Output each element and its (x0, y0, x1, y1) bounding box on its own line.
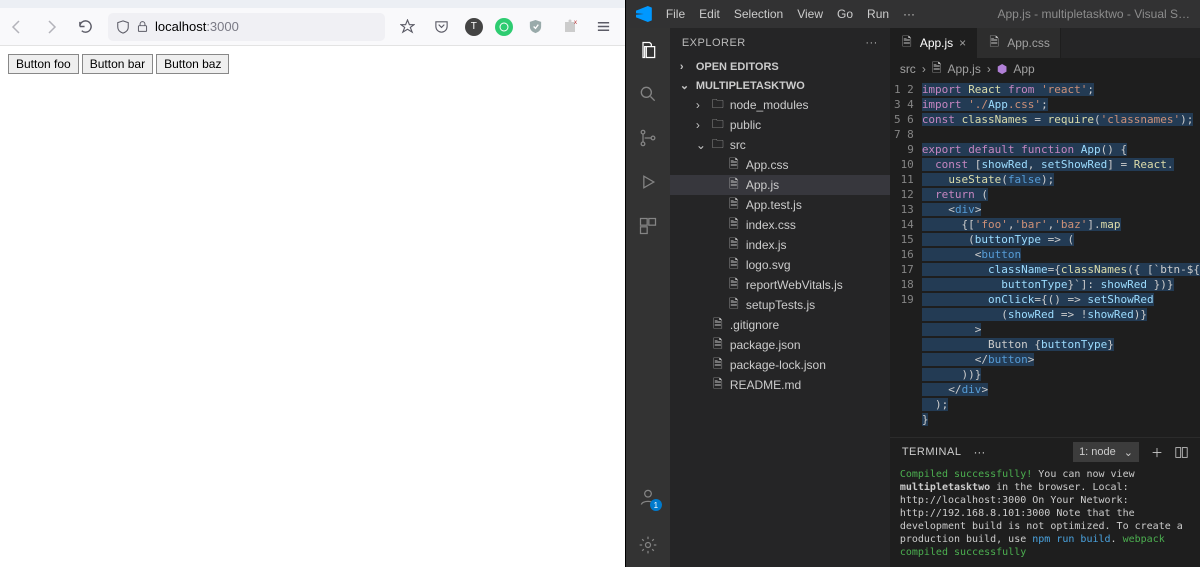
explorer-icon[interactable] (636, 38, 660, 62)
file-tree: ›🗀node_modules›🗀public⌄🗀src🗎App.css🗎App.… (670, 95, 890, 567)
explorer-more-icon[interactable]: ··· (865, 37, 878, 49)
terminal-header: TERMINAL ··· 1: node ⌄ ＋ (890, 438, 1200, 466)
folder-node_modules[interactable]: ›🗀node_modules (670, 95, 890, 115)
browser-window: localhost:3000 T x Butto (0, 0, 626, 567)
chevron-down-icon: ⌄ (1124, 446, 1133, 459)
forward-button[interactable] (40, 16, 62, 38)
line-gutter: 1 2 3 4 5 6 7 8 9 10 11 12 13 14 15 16 1… (890, 80, 922, 437)
vscode-logo-icon (636, 6, 652, 22)
editor-pane: 🗎 App.js × 🗎 App.css src › 🗎 App.js › ⬢ … (890, 28, 1200, 567)
file-App-css[interactable]: 🗎App.css (670, 155, 890, 175)
shield-icon (116, 20, 130, 34)
menu-overflow[interactable]: ··· (903, 7, 915, 21)
menu-view[interactable]: View (797, 7, 823, 21)
address-bar[interactable]: localhost:3000 (108, 13, 385, 41)
tab-label: App.js (920, 36, 953, 50)
url-text: localhost:3000 (155, 19, 239, 34)
menu-selection[interactable]: Selection (734, 7, 783, 21)
browser-tabstrip (0, 0, 625, 8)
file-reportWebVitals-js[interactable]: 🗎reportWebVitals.js (670, 275, 890, 295)
hamburger-icon[interactable] (593, 16, 615, 38)
activity-bar: 1 (626, 28, 670, 567)
vscode-window: File Edit Selection View Go Run ··· App.… (626, 0, 1200, 567)
split-terminal-icon[interactable] (1175, 446, 1188, 459)
search-icon[interactable] (636, 82, 660, 106)
terminal-panel: TERMINAL ··· 1: node ⌄ ＋ Compiled succes… (890, 437, 1200, 567)
explorer-header: EXPLORER ··· (670, 28, 890, 58)
reload-button[interactable] (74, 16, 96, 38)
tab-app-css[interactable]: 🗎 App.css (977, 28, 1061, 58)
menu-file[interactable]: File (666, 7, 685, 21)
file--gitignore[interactable]: 🗎.gitignore (670, 315, 890, 335)
explorer-title: EXPLORER (682, 37, 746, 49)
menu-go[interactable]: Go (837, 7, 853, 21)
window-title: App.js - multipletasktwo - Visual S… (997, 7, 1190, 21)
crumb-symbol[interactable]: App (1013, 62, 1034, 76)
puzzle-ext-icon[interactable]: x (559, 16, 581, 38)
folder-src[interactable]: ⌄🗀src (670, 135, 890, 155)
account-badge: 1 (650, 499, 662, 511)
vscode-main: 1 EXPLORER ··· ›OPEN EDITORS ⌄MULTIPLETA… (626, 28, 1200, 567)
file-index-js[interactable]: 🗎index.js (670, 235, 890, 255)
code-content[interactable]: import React from 'react'; import './App… (922, 80, 1200, 437)
crumb-src[interactable]: src (900, 62, 916, 76)
terminal-output[interactable]: Compiled successfully! You can now view … (890, 466, 1200, 567)
lock-icon (136, 20, 149, 33)
file-logo-svg[interactable]: 🗎logo.svg (670, 255, 890, 275)
file-package-lock-json[interactable]: 🗎package-lock.json (670, 355, 890, 375)
page-content: Button foo Button bar Button baz (0, 46, 625, 567)
back-button[interactable] (6, 16, 28, 38)
file-icon: 🗎 (900, 33, 914, 54)
terminal-more-icon[interactable]: ··· (973, 445, 985, 459)
chevron-icon: › (987, 62, 991, 76)
close-icon[interactable]: × (959, 36, 966, 50)
tab-label: App.css (1007, 36, 1050, 50)
explorer-sidebar: EXPLORER ··· ›OPEN EDITORS ⌄MULTIPLETASK… (670, 28, 890, 567)
bookmark-icon[interactable] (397, 16, 419, 38)
extensions-icon[interactable] (636, 214, 660, 238)
browser-extensions: T x (431, 16, 619, 38)
ext-t-icon[interactable]: T (465, 18, 483, 36)
app-button-bar[interactable]: Button bar (82, 54, 153, 74)
file-setupTests-js[interactable]: 🗎setupTests.js (670, 295, 890, 315)
account-icon[interactable]: 1 (636, 485, 660, 509)
app-button-baz[interactable]: Button baz (156, 54, 229, 74)
run-debug-icon[interactable] (636, 170, 660, 194)
browser-toolbar: localhost:3000 T x (0, 8, 625, 46)
project-section[interactable]: ⌄MULTIPLETASKTWO (670, 76, 890, 95)
file-README-md[interactable]: 🗎README.md (670, 375, 890, 395)
terminal-title[interactable]: TERMINAL (902, 446, 962, 458)
code-editor[interactable]: 1 2 3 4 5 6 7 8 9 10 11 12 13 14 15 16 1… (890, 80, 1200, 437)
editor-tabs: 🗎 App.js × 🗎 App.css (890, 28, 1200, 58)
file-App-test-js[interactable]: 🗎App.test.js (670, 195, 890, 215)
pocket-icon[interactable] (431, 16, 453, 38)
crumb-file[interactable]: App.js (947, 62, 980, 76)
settings-icon[interactable] (636, 533, 660, 557)
shield-ext-icon[interactable] (525, 16, 547, 38)
folder-public[interactable]: ›🗀public (670, 115, 890, 135)
breadcrumbs[interactable]: src › 🗎 App.js › ⬢ App (890, 58, 1200, 80)
chevron-icon: › (922, 62, 926, 76)
ext-green-icon[interactable] (495, 18, 513, 36)
menu-edit[interactable]: Edit (699, 7, 720, 21)
new-terminal-icon[interactable]: ＋ (1151, 444, 1163, 461)
open-editors-section[interactable]: ›OPEN EDITORS (670, 58, 890, 76)
file-package-json[interactable]: 🗎package.json (670, 335, 890, 355)
button-row: Button foo Button bar Button baz (8, 54, 617, 74)
file-index-css[interactable]: 🗎index.css (670, 215, 890, 235)
app-button-foo[interactable]: Button foo (8, 54, 79, 74)
vscode-titlebar: File Edit Selection View Go Run ··· App.… (626, 0, 1200, 28)
file-App-js[interactable]: 🗎App.js (670, 175, 890, 195)
source-control-icon[interactable] (636, 126, 660, 150)
menu-run[interactable]: Run (867, 7, 889, 21)
svg-text:x: x (574, 20, 577, 26)
file-icon: 🗎 (987, 33, 1001, 54)
tab-app-js[interactable]: 🗎 App.js × (890, 28, 977, 58)
terminal-shell-select[interactable]: 1: node ⌄ (1073, 442, 1139, 462)
